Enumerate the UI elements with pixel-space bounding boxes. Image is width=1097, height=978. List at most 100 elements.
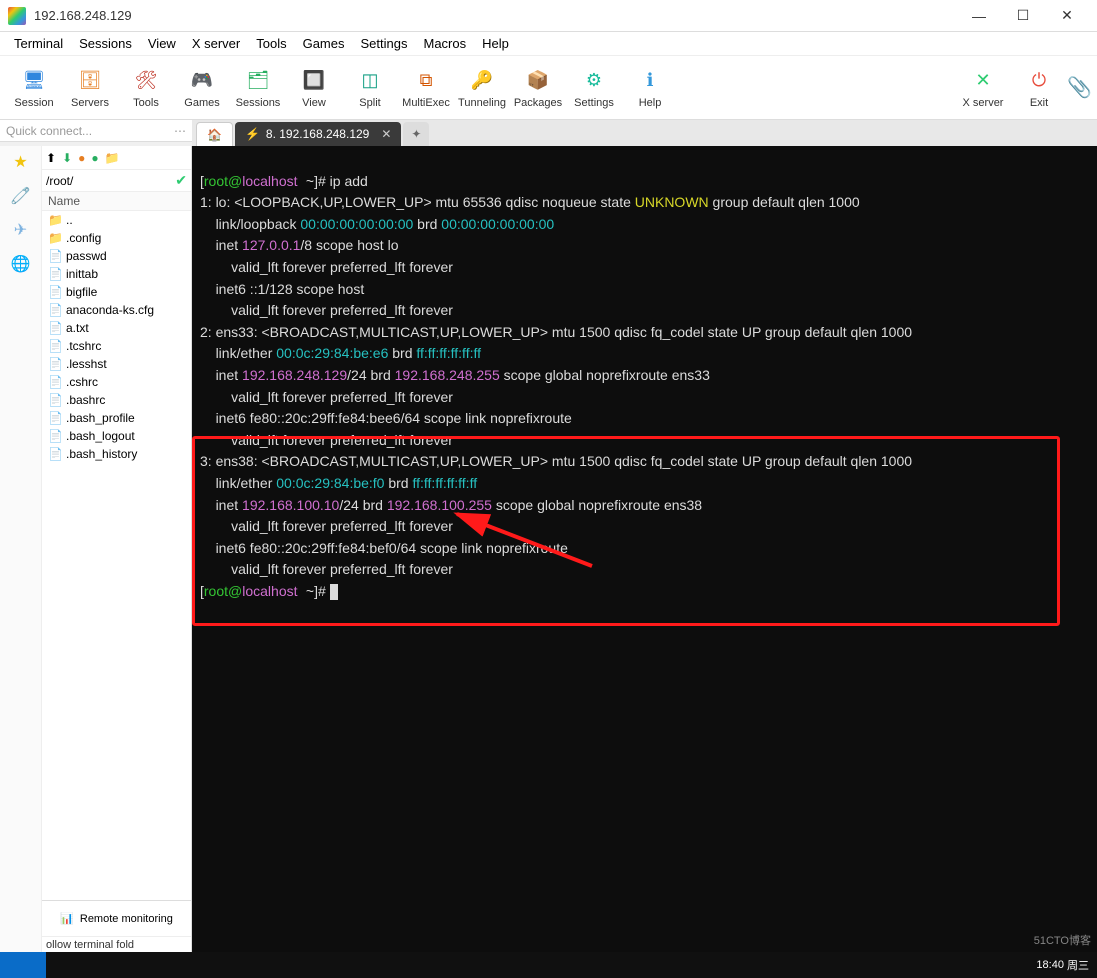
taskbar-time: 18:40 (1036, 959, 1064, 971)
tab-label: 8. 192.168.248.129 (266, 127, 369, 141)
tab-session-active[interactable]: ⚡ 8. 192.168.248.129 ✕ (235, 122, 401, 146)
remote-monitoring[interactable]: 📊 Remote monitoring (42, 900, 191, 936)
file-list[interactable]: Name 📁..📁.config📄passwd📄inittab📄bigfile📄… (42, 192, 191, 900)
sftp-icon[interactable]: 🌐 (11, 254, 31, 274)
terminal-pane: [root@localhost ~]# ip add 1: lo: <LOOPB… (192, 146, 1097, 956)
quick-connect-placeholder: Quick connect... (6, 124, 92, 138)
menu-games[interactable]: Games (303, 36, 345, 51)
tab-new[interactable]: ✦ (403, 122, 429, 146)
sessions-icon: 🗂 (244, 67, 272, 95)
list-item[interactable]: 📄 anaconda-ks.cfg (42, 301, 191, 319)
tools-icon: 🛠 (132, 67, 160, 95)
path-row[interactable]: /root/ ✔ (42, 170, 191, 192)
menu-macros[interactable]: Macros (423, 36, 466, 51)
list-item[interactable]: 📄 .tcshrc (42, 337, 191, 355)
file-name: inittab (66, 267, 98, 281)
macros-icon[interactable]: ✈ (14, 220, 27, 240)
current-path: /root/ (46, 174, 73, 188)
refresh-icon[interactable]: ● (78, 151, 85, 165)
toolbar-session[interactable]: 🖥 Session (6, 59, 62, 117)
file-name: .config (66, 231, 101, 245)
toolbar-settings[interactable]: ⚙Settings (566, 59, 622, 117)
list-item[interactable]: 📁.. (42, 211, 191, 229)
file-icon: 📄 (48, 339, 62, 353)
list-item[interactable]: 📄 .bashrc (42, 391, 191, 409)
toolbar-label: Session (14, 97, 53, 109)
session-icon: 🖥 (20, 67, 48, 95)
toolbar-games[interactable]: 🎮Games (174, 59, 230, 117)
menu-view[interactable]: View (148, 36, 176, 51)
list-item[interactable]: 📁 .config (42, 229, 191, 247)
servers-icon: 🗄 (76, 67, 104, 95)
menu-x-server[interactable]: X server (192, 36, 240, 51)
menu-sessions[interactable]: Sessions (79, 36, 132, 51)
file-name: .bashrc (66, 393, 105, 407)
menu-terminal[interactable]: Terminal (14, 36, 63, 51)
folder-icon[interactable]: 📁 (105, 151, 120, 165)
toolbar-label: X server (963, 97, 1004, 109)
titlebar: 192.168.248.129 — ☐ ✕ (0, 0, 1097, 32)
download-icon[interactable]: ⬇ (62, 151, 72, 165)
toolbar-split[interactable]: ◫Split (342, 59, 398, 117)
path-ok-icon: ✔ (175, 172, 187, 189)
file-icon: 📁 (48, 231, 62, 245)
toolbar-label: Settings (574, 97, 614, 109)
toolbar-help[interactable]: ℹHelp (622, 59, 678, 117)
toolbar-exit[interactable]: ⏻Exit (1011, 59, 1067, 117)
menu-tools[interactable]: Tools (256, 36, 286, 51)
list-item[interactable]: 📄.lesshst (42, 355, 191, 373)
history-icon[interactable]: 🧷 (11, 186, 31, 206)
minimize-button[interactable]: — (957, 2, 1001, 30)
file-icon: 📄 (48, 285, 62, 299)
toolbar-multiexec[interactable]: ⧉ MultiExec (398, 59, 454, 117)
list-item[interactable]: 📄.cshrc (42, 373, 191, 391)
close-button[interactable]: ✕ (1045, 2, 1089, 30)
toolbar-label: Servers (71, 97, 109, 109)
multiexec-icon: ⧉ (412, 67, 440, 95)
toolbar-packages[interactable]: 📦Packages (510, 59, 566, 117)
file-name: anaconda-ks.cfg (66, 303, 154, 317)
menu-help[interactable]: Help (482, 36, 509, 51)
favorites-icon[interactable]: ★ (13, 152, 27, 172)
toolbar-x-server[interactable]: ✕X server (955, 59, 1011, 117)
list-item[interactable]: 📄bigfile (42, 283, 191, 301)
upload-icon[interactable]: ⬆ (46, 151, 56, 165)
file-icon: 📄 (48, 303, 62, 317)
quick-connect-input[interactable]: Quick connect... ⋯ (0, 120, 192, 142)
list-item[interactable]: 📄.bash_history (42, 445, 191, 463)
list-item[interactable]: 📄a.txt (42, 319, 191, 337)
toolbar-servers[interactable]: 🗄 Servers (62, 59, 118, 117)
toolbar-sessions[interactable]: 🗂 Sessions (230, 59, 286, 117)
tab-bar: 🏠 ⚡ 8. 192.168.248.129 ✕ ✦ (192, 120, 1097, 146)
file-name: passwd (66, 249, 107, 263)
taskbar-start[interactable] (0, 952, 46, 978)
terminal[interactable]: [root@localhost ~]# ip add 1: lo: <LOOPB… (192, 146, 1097, 956)
list-item[interactable]: 📄 inittab (42, 265, 191, 283)
file-icon: 📄 (48, 393, 62, 407)
toolbar-tools[interactable]: 🛠Tools (118, 59, 174, 117)
menu-settings[interactable]: Settings (361, 36, 408, 51)
toolbar-label: Sessions (236, 97, 281, 109)
sidebar-rail: ★ 🧷 ✈ 🌐 (0, 146, 42, 956)
maximize-button[interactable]: ☐ (1001, 2, 1045, 30)
tab-close-icon[interactable]: ✕ (381, 127, 391, 141)
file-icon: 📄 (48, 267, 62, 281)
file-icon: 📄 (48, 411, 62, 425)
menubar: Terminal Sessions View X server Tools Games Se… (0, 32, 1097, 56)
file-name: .lesshst (66, 357, 107, 371)
list-item[interactable]: 📄passwd (42, 247, 191, 265)
sync-icon[interactable]: ● (91, 151, 98, 165)
toolbar-tunneling[interactable]: 🔑Tunneling (454, 59, 510, 117)
toolbar-view[interactable]: 🔲View (286, 59, 342, 117)
list-item[interactable]: 📄.bash_logout (42, 427, 191, 445)
toolbar-label: Packages (514, 97, 562, 109)
toolbar-label: Games (184, 97, 219, 109)
taskbar-day: 周三 (1067, 957, 1089, 973)
monitor-icon: 📊 (60, 912, 74, 925)
tab-home[interactable]: 🏠 (196, 122, 233, 146)
file-name: .tcshrc (66, 339, 101, 353)
list-item[interactable]: 📄.bash_profile (42, 409, 191, 427)
attachment-icon[interactable]: 📎 (1067, 75, 1091, 100)
toolbar-label: MultiExec (402, 97, 450, 109)
file-icon: 📄 (48, 321, 62, 335)
